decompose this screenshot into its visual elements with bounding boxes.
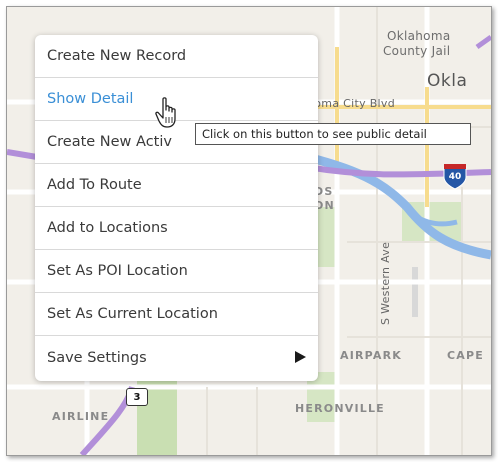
map-label-airpark: AIRPARK — [340, 349, 403, 362]
context-menu: Create New Record Show Detail Create New… — [35, 35, 318, 381]
menu-item-save-settings-label: Save Settings — [47, 349, 147, 366]
airstrip — [412, 267, 418, 317]
hand-pointer-cursor-icon — [155, 97, 176, 128]
screenshot-frame: Oklahoma County Jail Okla homa City Blvd… — [6, 6, 492, 456]
menu-item-create-new-record[interactable]: Create New Record — [35, 35, 318, 78]
menu-item-add-to-locations[interactable]: Add to Locations — [35, 207, 318, 250]
submenu-arrow-icon — [295, 351, 306, 363]
state-route-shield: 3 — [126, 388, 148, 406]
tooltip: Click on this button to see public detai… — [195, 123, 471, 145]
map-label-okla: Okla — [427, 71, 468, 91]
menu-item-set-as-current-location[interactable]: Set As Current Location — [35, 293, 318, 336]
interstate-shield-number: 40 — [448, 172, 462, 182]
map-label-s-western-ave: S Western Ave — [379, 241, 392, 325]
map-label-heronville: HERONVILLE — [295, 402, 385, 415]
map-label-cape: CAPE — [447, 349, 484, 362]
menu-item-save-settings[interactable]: Save Settings — [35, 336, 318, 379]
map-label-county-jail-1: Oklahoma — [387, 29, 451, 43]
menu-item-add-to-route[interactable]: Add To Route — [35, 164, 318, 207]
map-label-county-jail-2: County Jail — [383, 44, 451, 58]
menu-item-set-as-poi-location[interactable]: Set As POI Location — [35, 250, 318, 293]
map-label-airline: AIRLINE — [52, 410, 110, 423]
map-label-oklahoma-city-blvd: homa City Blvd — [307, 97, 396, 110]
